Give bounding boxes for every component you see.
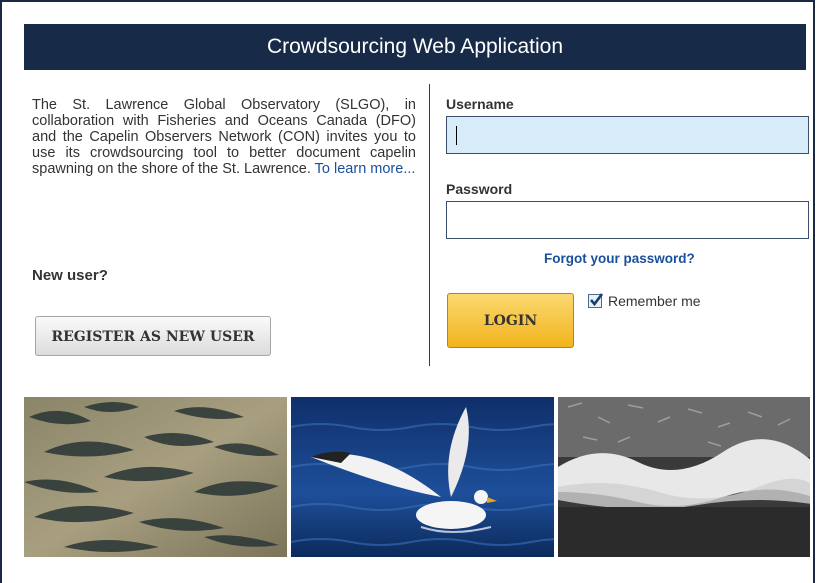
page-frame: Crowdsourcing Web Application The St. La…: [0, 0, 815, 583]
column-divider: [429, 84, 430, 366]
register-button[interactable]: REGISTER AS NEW USER: [35, 316, 271, 356]
remember-me-option[interactable]: Remember me: [588, 293, 701, 309]
page-title: Crowdsourcing Web Application: [24, 24, 806, 70]
remember-me-checkbox[interactable]: [588, 293, 604, 308]
intro-text: The St. Lawrence Global Observatory (SLG…: [32, 97, 416, 177]
password-input[interactable]: [446, 201, 809, 239]
photo-strip: [24, 397, 810, 557]
forgot-password-link[interactable]: Forgot your password?: [544, 251, 695, 266]
password-label: Password: [446, 181, 513, 197]
username-label: Username: [446, 96, 514, 112]
checkmark-icon: [590, 293, 604, 307]
learn-more-link[interactable]: To learn more...: [315, 161, 416, 177]
login-button[interactable]: LOGIN: [447, 293, 574, 348]
new-user-heading: New user?: [32, 267, 108, 284]
capelin-fish-photo: [24, 397, 287, 557]
remember-me-label: Remember me: [608, 293, 701, 309]
capelin-shore-wave-photo: [558, 397, 810, 557]
text-caret: [456, 126, 457, 145]
seagull-photo: [291, 397, 554, 557]
username-input[interactable]: [446, 116, 809, 154]
